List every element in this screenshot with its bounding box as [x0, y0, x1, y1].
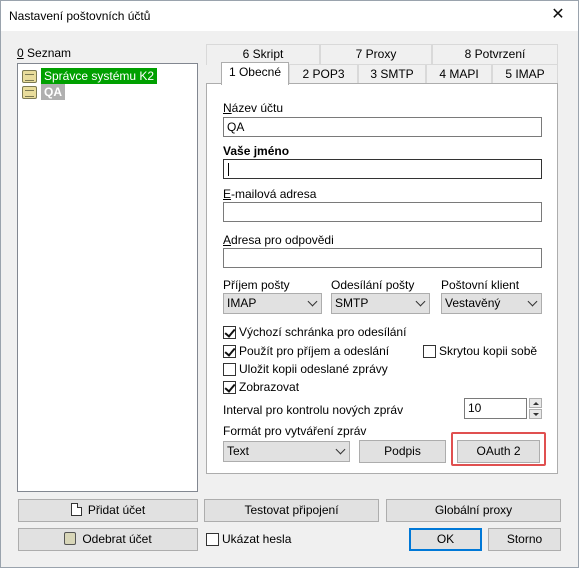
checkbox-checked-icon: [223, 325, 236, 339]
list-item[interactable]: Správce systému K2: [22, 68, 158, 84]
save-copy-checkbox[interactable]: Uložit kopii odeslané zprávy: [223, 362, 388, 376]
account-name-accel: N: [223, 101, 232, 115]
tab-potvrzeni[interactable]: 8 Potvrzení: [432, 44, 558, 65]
mail-client-label: Poštovní klient: [441, 278, 520, 292]
send-receive-label: Použít pro příjem a odeslání: [239, 344, 390, 358]
tab-smtp[interactable]: 3 SMTP: [358, 64, 426, 85]
interval-spinner[interactable]: 10: [464, 398, 542, 419]
outgoing-label: Odesílání pošty: [331, 278, 415, 292]
account-list-label-text: Seznam: [27, 46, 72, 60]
incoming-label: Příjem pošty: [223, 278, 290, 292]
email-label-rest: -mailová adresa: [231, 187, 317, 201]
show-checkbox[interactable]: Zobrazovat: [223, 380, 299, 394]
send-receive-checkbox[interactable]: Použít pro příjem a odeslání: [223, 344, 389, 358]
account-list-label: 0 Seznam: [17, 46, 71, 60]
your-name-field[interactable]: [223, 159, 542, 179]
remove-account-button[interactable]: Odebrat účet: [18, 528, 198, 551]
spin-up-icon[interactable]: [529, 398, 542, 408]
title-bar: Nastavení poštovních účtů ✕: [1, 1, 578, 31]
dialog-window: Nastavení poštovních účtů ✕ 0 Seznam Spr…: [0, 0, 579, 568]
tab-obecne[interactable]: 1 Obecné: [221, 62, 289, 85]
reply-address-field[interactable]: [223, 248, 542, 268]
outgoing-select[interactable]: SMTP: [331, 293, 430, 314]
save-copy-label: Uložit kopii odeslané zprávy: [239, 362, 388, 376]
interval-input[interactable]: 10: [464, 398, 527, 419]
list-item-label: QA: [41, 84, 65, 100]
reply-address-label: Adresa pro odpovědi: [223, 233, 334, 247]
signature-button[interactable]: Podpis: [359, 440, 446, 463]
list-item-label: Správce systému K2: [41, 68, 158, 84]
account-name-label: Název účtu: [223, 101, 283, 115]
checkbox-checked-icon: [223, 380, 236, 394]
hidden-copy-checkbox[interactable]: Skrytou kopii sobě: [423, 344, 537, 358]
format-select-value: Text: [227, 444, 250, 458]
show-passwords-checkbox[interactable]: Ukázat hesla: [206, 532, 291, 546]
hidden-copy-label: Skrytou kopii sobě: [439, 344, 538, 358]
format-select[interactable]: Text: [223, 441, 350, 462]
test-connection-button[interactable]: Testovat připojení: [204, 499, 379, 522]
ok-button[interactable]: OK: [409, 528, 482, 551]
email-label: E-mailová adresa: [223, 187, 316, 201]
mailbox-icon: [22, 69, 37, 83]
add-account-label: Přidat účet: [87, 503, 146, 517]
new-document-icon: [70, 503, 82, 516]
chevron-down-icon: [335, 444, 346, 455]
checkbox-unchecked-icon: [423, 344, 436, 358]
outgoing-select-value: SMTP: [335, 296, 369, 310]
delete-account-icon: [64, 532, 77, 545]
tab-pop3[interactable]: 2 POP3: [289, 64, 358, 85]
chevron-down-icon: [307, 296, 318, 307]
global-proxy-button[interactable]: Globální proxy: [386, 499, 561, 522]
checkbox-unchecked-icon: [206, 532, 219, 546]
incoming-select-value: IMAP: [227, 296, 257, 310]
checkbox-checked-icon: [223, 344, 236, 358]
mail-client-select[interactable]: Vestavěný: [441, 293, 542, 314]
cancel-button[interactable]: Storno: [488, 528, 561, 551]
interval-label: Interval pro kontrolu nových zpráv: [223, 403, 404, 417]
mailbox-icon: [22, 85, 37, 99]
text-caret: [228, 163, 229, 176]
chevron-down-icon: [415, 296, 426, 307]
format-label: Formát pro vytváření zpráv: [223, 424, 367, 438]
your-name-label: Vaše jméno: [223, 144, 290, 158]
tab-mapi[interactable]: 4 MAPI: [426, 64, 492, 85]
list-item[interactable]: QA: [22, 84, 65, 100]
reply-label-accel: A: [223, 233, 232, 247]
tab-imap[interactable]: 5 IMAP: [492, 64, 558, 85]
account-name-field[interactable]: QA: [223, 117, 542, 137]
chevron-down-icon: [527, 296, 538, 307]
email-label-accel: E: [223, 187, 232, 201]
close-icon[interactable]: ✕: [546, 4, 570, 26]
window-title: Nastavení poštovních účtů: [9, 9, 151, 23]
show-label: Zobrazovat: [239, 380, 300, 394]
account-list-label-accel: 0: [17, 46, 24, 60]
mail-client-select-value: Vestavěný: [445, 296, 501, 310]
account-list[interactable]: Správce systému K2 QA: [17, 63, 198, 492]
remove-account-label: Odebrat účet: [82, 532, 152, 546]
default-mailbox-label: Výchozí schránka pro odesílání: [239, 325, 407, 339]
email-field[interactable]: [223, 202, 542, 222]
account-name-label-rest: ázev účtu: [231, 101, 284, 115]
spin-down-icon[interactable]: [529, 409, 542, 419]
add-account-button[interactable]: Přidat účet: [18, 499, 198, 522]
oauth2-button[interactable]: OAuth 2: [457, 440, 540, 463]
tab-proxy[interactable]: 7 Proxy: [320, 44, 432, 65]
reply-label-rest: dresa pro odpovědi: [231, 233, 334, 247]
incoming-select[interactable]: IMAP: [223, 293, 322, 314]
show-passwords-label: Ukázat hesla: [222, 532, 292, 546]
default-mailbox-checkbox[interactable]: Výchozí schránka pro odesílání: [223, 325, 406, 339]
checkbox-unchecked-icon: [223, 362, 236, 376]
